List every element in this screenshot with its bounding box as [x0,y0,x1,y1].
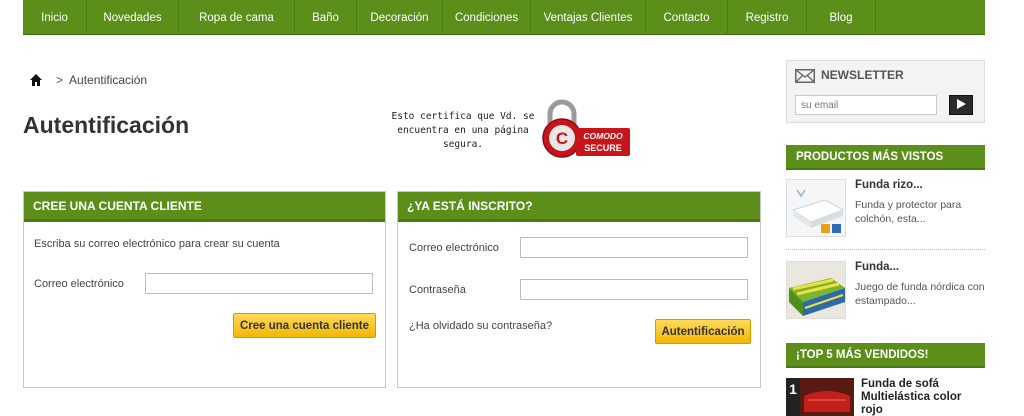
most-viewed-header: PRODUCTOS MÁS VISTOS [786,145,985,170]
breadcrumb-separator: > [56,73,64,87]
nav-item-novedades[interactable]: Novedades [87,0,179,35]
secure-notice-text: Esto certifica que Vd. se encuentra en u… [391,111,535,150]
login-password-input[interactable] [520,279,748,300]
top-navigation: Inicio Novedades Ropa de cama Baño Decor… [23,0,985,35]
most-viewed-item[interactable]: Funda rizo... Funda y protector para col… [786,179,985,239]
product-title[interactable]: Funda... [855,261,899,273]
page-title: Autentificación [23,112,190,138]
product-thumbnail[interactable] [800,378,854,416]
nav-item-condiciones[interactable]: Condiciones [443,0,531,35]
newsletter-email-input[interactable] [795,95,937,115]
nav-item-blog[interactable]: Blog [807,0,876,35]
create-email-label: Correo electrónico [34,278,124,290]
forgot-password-link[interactable]: ¿Ha olvidado su contraseña? [409,320,552,332]
nav-item-inicio[interactable]: Inicio [23,0,87,35]
top5-item[interactable]: 1 Funda de sofá Multielástica color rojo [786,378,985,416]
login-password-label: Contraseña [409,284,466,296]
newsletter-title: NEWSLETTER [821,68,904,82]
product-description: Juego de funda nórdica con estampado... [855,281,985,307]
breadcrumb-current: Autentificación [69,73,148,87]
nav-item-contacto[interactable]: Contacto [646,0,728,35]
product-thumbnail[interactable] [786,261,846,319]
breadcrumb: > Autentificación [30,73,147,87]
divider [786,249,985,250]
create-account-panel: CREE UNA CUENTA CLIENTE Escriba su corre… [23,191,386,388]
nav-item-decoracion[interactable]: Decoración [357,0,443,35]
login-email-input[interactable] [520,237,748,258]
product-description: Funda y protector para colchón, esta... [855,199,962,225]
nav-item-ropa-de-cama[interactable]: Ropa de cama [179,0,295,35]
home-icon[interactable] [30,74,42,86]
product-thumbnail[interactable] [786,179,846,237]
login-header: ¿YA ESTÁ INSCRITO? [398,192,760,222]
play-arrow-icon [956,96,966,114]
top5-product-title[interactable]: Funda de sofá Multielástica color rojo [861,378,981,416]
nav-item-ventajas-clientes[interactable]: Ventajas Clientes [531,0,646,35]
svg-text:C: C [556,129,568,148]
create-account-intro: Escriba su correo electrónico para crear… [34,238,280,250]
most-viewed-item[interactable]: Funda... Juego de funda nórdica con esta… [786,261,985,321]
login-email-label: Correo electrónico [409,242,499,254]
nav-item-bano[interactable]: Baño [295,0,357,35]
comodo-secure-badge: C COMODO SECURE [540,98,632,160]
envelope-icon [795,69,815,83]
nav-item-registro[interactable]: Registro [728,0,807,35]
newsletter-submit-button[interactable] [949,95,973,115]
login-button[interactable]: Autentificación [655,319,751,344]
top5-header: ¡TOP 5 MÁS VENDIDOS! [786,343,985,368]
badge-bottom-text: SECURE [584,143,622,153]
create-account-header: CREE UNA CUENTA CLIENTE [24,192,385,222]
login-panel: ¿YA ESTÁ INSCRITO? Correo electrónico Co… [397,191,761,388]
create-account-button[interactable]: Cree una cuenta cliente [233,313,376,338]
rank-badge: 1 [786,378,800,416]
product-title[interactable]: Funda rizo... [855,179,923,191]
badge-top-text: COMODO [583,131,623,141]
newsletter-panel: NEWSLETTER [786,60,985,123]
create-email-input[interactable] [145,273,373,294]
